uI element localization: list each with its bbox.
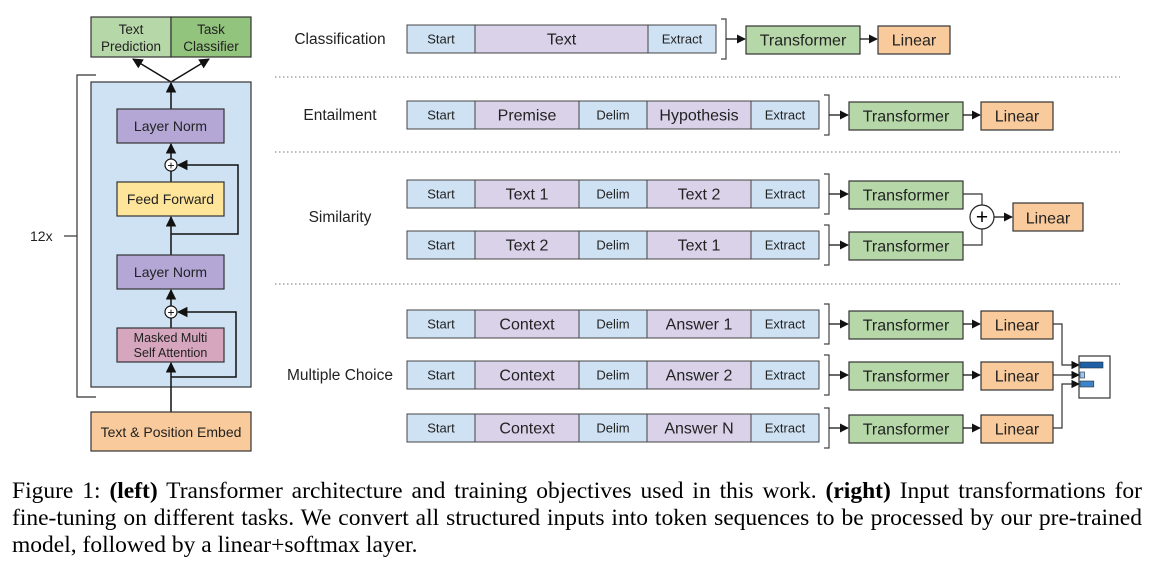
token-label-extract: Extract [765, 368, 806, 383]
transformer-label: Transformer [863, 239, 950, 256]
token-label-extract: Extract [765, 421, 806, 436]
embed-label: Text & Position Embed [101, 424, 242, 440]
task-label-similarity: Similarity [309, 209, 372, 226]
combine-line-bottom [963, 229, 983, 246]
sequence-bracket [824, 407, 830, 449]
caption-prefix: Figure 1: [12, 478, 110, 504]
sum-symbol: + [976, 206, 988, 229]
token-label-premise: Premise [498, 108, 557, 125]
self-attention-label-1: Masked Multi [134, 331, 208, 345]
token-label-delim: Delim [596, 317, 629, 332]
task-label-entailment: Entailment [303, 107, 377, 124]
softmax-bar [1079, 380, 1095, 388]
task-label-classification: Classification [294, 31, 385, 48]
token-label-delim: Delim [596, 187, 629, 202]
repeat-label: 12x [30, 228, 53, 244]
task-classifier-label-1: Task [197, 22, 225, 37]
token-label-delim: Delim [596, 421, 629, 436]
token-label-extract: Extract [765, 187, 806, 202]
gpt-figure-diagram: Text Prediction Task Classifier 12x Laye… [30, 16, 1120, 452]
token-label-start: Start [427, 238, 455, 253]
figure-caption: Figure 1: (left) Transformer architectur… [12, 478, 1142, 559]
token-label-answer-2: Answer 2 [666, 368, 733, 385]
token-label-text: Text [547, 32, 577, 49]
combine-line-top [963, 193, 983, 205]
token-label-context: Context [499, 317, 555, 334]
transformer-label: Transformer [863, 109, 950, 126]
linear-label: Linear [892, 33, 937, 50]
token-label-hypothesis: Hypothesis [659, 108, 738, 125]
transformer-label: Transformer [863, 318, 950, 335]
token-label-start: Start [427, 368, 455, 383]
token-label-answer-n: Answer N [664, 421, 733, 438]
sequence-bracket [824, 173, 830, 215]
token-label-delim: Delim [596, 368, 629, 383]
linear-label: Linear [995, 318, 1040, 335]
token-label-context: Context [499, 421, 555, 438]
token-label-text-2: Text 2 [506, 238, 549, 255]
token-label-text-1: Text 1 [506, 187, 549, 204]
sequence-bracket [824, 354, 830, 396]
sequence-bracket [824, 303, 830, 345]
caption-right-bold: (right) [825, 478, 891, 504]
left-panel-architecture: Text Prediction Task Classifier 12x Laye… [30, 16, 252, 452]
sequence-bracket [824, 224, 830, 266]
caption-left-bold: (left) [109, 478, 158, 504]
arrow-to-task-classifier [170, 58, 210, 83]
feed-forward-label: Feed Forward [127, 191, 214, 207]
token-label-answer-1: Answer 1 [666, 317, 733, 334]
softmax-bar [1079, 371, 1085, 379]
token-label-start: Start [427, 108, 455, 123]
sequence-bracket [824, 94, 830, 136]
linear-label: Linear [1026, 211, 1071, 228]
text-prediction-label-2: Prediction [101, 39, 161, 54]
arrow-to-softmax [1053, 379, 1080, 429]
transformer-label: Transformer [863, 422, 950, 439]
caption-left-text: Transformer architecture and training ob… [157, 478, 826, 504]
right-panel-tasks: Classification Start Text Extract Transforme… [275, 18, 1120, 449]
layer-norm-top-label: Layer Norm [134, 118, 207, 134]
token-label-start: Start [427, 317, 455, 332]
linear-label: Linear [995, 422, 1040, 439]
linear-label: Linear [995, 109, 1040, 126]
token-label-delim: Delim [596, 108, 629, 123]
sequence-bracket [721, 18, 727, 60]
layer-norm-bottom-label: Layer Norm [134, 264, 207, 280]
softmax-bar [1079, 361, 1104, 369]
residual-add-bottom-symbol: + [167, 306, 174, 320]
transformer-label: Transformer [760, 33, 847, 50]
token-label-start: Start [427, 421, 455, 436]
token-label-delim: Delim [596, 238, 629, 253]
self-attention-label-2: Self Attention [134, 346, 208, 360]
token-label-extract: Extract [765, 317, 806, 332]
token-label-extract: Extract [765, 238, 806, 253]
token-label-text-1: Text 1 [678, 238, 721, 255]
token-label-context: Context [499, 368, 555, 385]
transformer-label: Transformer [863, 369, 950, 386]
token-label-text-2: Text 2 [678, 187, 721, 204]
residual-add-top-symbol: + [167, 159, 174, 173]
text-prediction-label-1: Text [119, 22, 144, 37]
arrow-to-text-prediction [132, 58, 172, 83]
token-label-extract: Extract [765, 108, 806, 123]
linear-label: Linear [995, 369, 1040, 386]
token-label-start: Start [427, 32, 455, 47]
task-classifier-label-2: Classifier [183, 39, 239, 54]
transformer-label: Transformer [863, 188, 950, 205]
arrow-to-softmax [1053, 323, 1080, 370]
task-label-multiple-choice: Multiple Choice [287, 367, 393, 384]
token-label-extract: Extract [662, 32, 703, 47]
token-label-start: Start [427, 187, 455, 202]
